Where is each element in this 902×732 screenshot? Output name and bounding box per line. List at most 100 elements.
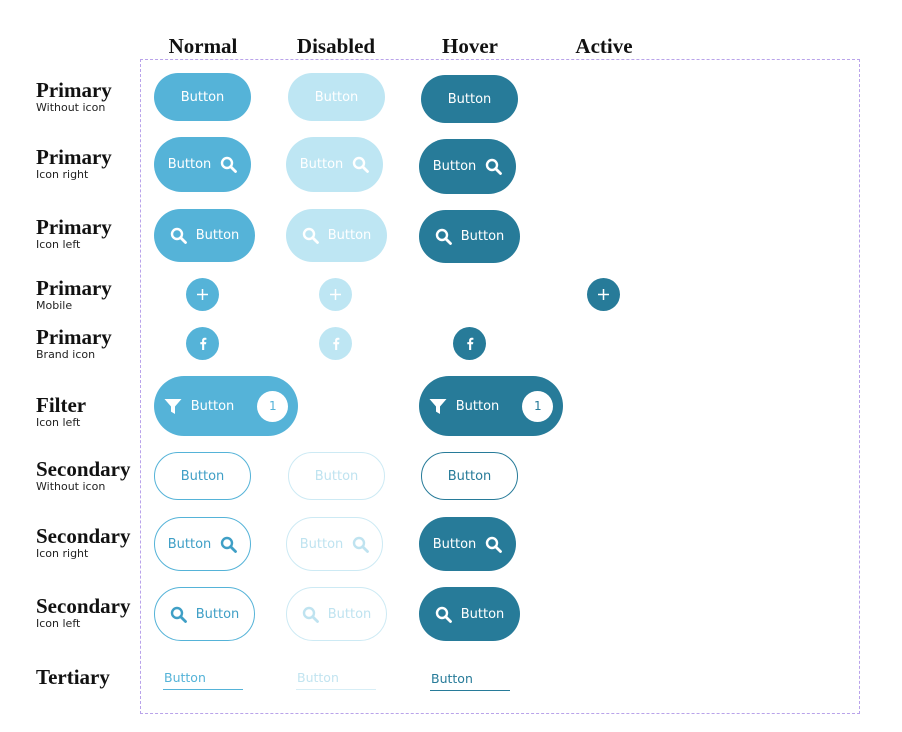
column-header-disabled: Disabled xyxy=(296,34,376,58)
row-subtitle: Icon left xyxy=(36,416,81,429)
facebook-icon xyxy=(332,337,340,350)
primary-brand-button-normal[interactable] xyxy=(186,327,219,360)
primary-icon-right-button-disabled[interactable]: Button xyxy=(286,137,383,192)
row-label-secondary-icon-right: Secondary Icon right xyxy=(36,524,131,561)
row-title: Tertiary xyxy=(36,665,110,689)
row-title: Primary xyxy=(36,145,112,169)
search-icon xyxy=(220,536,238,553)
row-subtitle: Icon right xyxy=(36,547,89,560)
plus-icon xyxy=(196,288,209,301)
primary-button-hover[interactable]: Button xyxy=(421,75,518,123)
button-label: Button xyxy=(299,157,344,172)
row-label-tertiary: Tertiary xyxy=(36,667,110,688)
search-icon xyxy=(302,227,319,244)
row-title: Filter xyxy=(36,393,87,417)
button-label: Button xyxy=(314,468,359,484)
button-label: Button xyxy=(314,89,359,105)
button-label: Button xyxy=(180,89,225,105)
row-subtitle: Without icon xyxy=(36,480,106,493)
button-label: Button xyxy=(190,398,235,414)
row-label-primary-icon-right: Primary Icon right xyxy=(36,145,112,182)
secondary-icon-right-button-normal[interactable]: Button xyxy=(154,517,251,571)
search-icon xyxy=(302,606,319,623)
button-label: Button xyxy=(432,536,477,552)
primary-brand-button-disabled[interactable] xyxy=(319,327,352,360)
filter-icon xyxy=(164,398,182,415)
search-icon xyxy=(352,536,370,553)
primary-icon-right-button-hover[interactable]: Button xyxy=(419,139,516,194)
row-subtitle: Mobile xyxy=(36,299,73,312)
secondary-button-hover[interactable]: Button xyxy=(421,452,518,500)
search-icon xyxy=(220,156,238,173)
row-subtitle: Icon left xyxy=(36,617,81,630)
row-title: Primary xyxy=(36,276,112,300)
filter-count-badge: 1 xyxy=(257,390,289,422)
primary-icon-right-button-normal[interactable]: Button xyxy=(154,137,251,192)
secondary-icon-left-button-hover[interactable]: Button xyxy=(419,587,520,641)
primary-icon-left-button-disabled[interactable]: Button xyxy=(286,209,387,262)
primary-icon-left-button-normal[interactable]: Button xyxy=(154,209,255,262)
row-subtitle: Icon left xyxy=(36,238,81,251)
row-title: Primary xyxy=(36,325,112,349)
row-title: Primary xyxy=(36,215,112,239)
facebook-icon xyxy=(199,337,207,350)
primary-button-normal[interactable]: Button xyxy=(154,73,251,121)
filter-button-hover[interactable]: Button 1 xyxy=(419,376,563,436)
secondary-icon-left-button-disabled[interactable]: Button xyxy=(286,587,387,641)
row-label-primary-without-icon: Primary Without icon xyxy=(36,78,112,115)
search-icon xyxy=(485,158,503,175)
tertiary-button-normal[interactable]: Button xyxy=(163,670,243,690)
row-title: Primary xyxy=(36,78,112,102)
primary-icon-left-button-hover[interactable]: Button xyxy=(419,210,520,263)
plus-icon xyxy=(597,288,610,301)
primary-mobile-button-normal[interactable] xyxy=(186,278,219,311)
row-label-secondary-without-icon: Secondary Without icon xyxy=(36,457,131,494)
row-title: Secondary xyxy=(36,524,131,548)
secondary-icon-left-button-normal[interactable]: Button xyxy=(154,587,255,641)
search-icon xyxy=(170,227,187,244)
primary-brand-button-hover[interactable] xyxy=(453,327,486,360)
button-label: Button xyxy=(460,606,505,622)
row-label-secondary-icon-left: Secondary Icon left xyxy=(36,594,131,631)
button-label: Button xyxy=(327,606,372,622)
filter-icon xyxy=(429,398,447,415)
search-icon xyxy=(435,606,452,623)
primary-button-disabled[interactable]: Button xyxy=(288,73,385,121)
column-header-normal: Normal xyxy=(168,34,238,58)
button-label: Button xyxy=(167,536,212,552)
secondary-icon-right-button-disabled[interactable]: Button xyxy=(286,517,383,571)
button-label: Button xyxy=(195,228,240,243)
search-icon xyxy=(170,606,187,623)
search-icon xyxy=(435,228,452,245)
tertiary-button-disabled[interactable]: Button xyxy=(296,670,376,690)
secondary-button-normal[interactable]: Button xyxy=(154,452,251,500)
row-title: Secondary xyxy=(36,594,131,618)
row-label-filter-icon-left: Filter Icon left xyxy=(36,393,87,430)
primary-mobile-button-disabled[interactable] xyxy=(319,278,352,311)
button-label: Button xyxy=(460,229,505,244)
facebook-icon xyxy=(466,337,474,350)
row-label-primary-mobile: Primary Mobile xyxy=(36,276,112,313)
search-icon xyxy=(485,536,503,553)
button-label: Button xyxy=(327,228,372,243)
button-label: Button xyxy=(447,91,492,107)
row-title: Secondary xyxy=(36,457,131,481)
row-label-primary-icon-left: Primary Icon left xyxy=(36,215,112,252)
secondary-icon-right-button-hover[interactable]: Button xyxy=(419,517,516,571)
filter-count-badge: 1 xyxy=(522,390,554,422)
primary-mobile-button-active[interactable] xyxy=(587,278,620,311)
button-label: Button xyxy=(447,468,492,484)
plus-icon xyxy=(329,288,342,301)
row-subtitle: Brand icon xyxy=(36,348,96,361)
button-label: Button xyxy=(180,468,225,484)
button-label: Button xyxy=(195,606,240,622)
row-subtitle: Without icon xyxy=(36,101,106,114)
button-label: Button xyxy=(299,536,344,552)
tertiary-button-hover[interactable]: Button xyxy=(430,671,510,691)
secondary-button-disabled[interactable]: Button xyxy=(288,452,385,500)
row-subtitle: Icon right xyxy=(36,168,89,181)
filter-button-normal[interactable]: Button 1 xyxy=(154,376,298,436)
search-icon xyxy=(352,156,370,173)
button-label: Button xyxy=(455,398,500,414)
column-header-active: Active xyxy=(575,34,633,58)
